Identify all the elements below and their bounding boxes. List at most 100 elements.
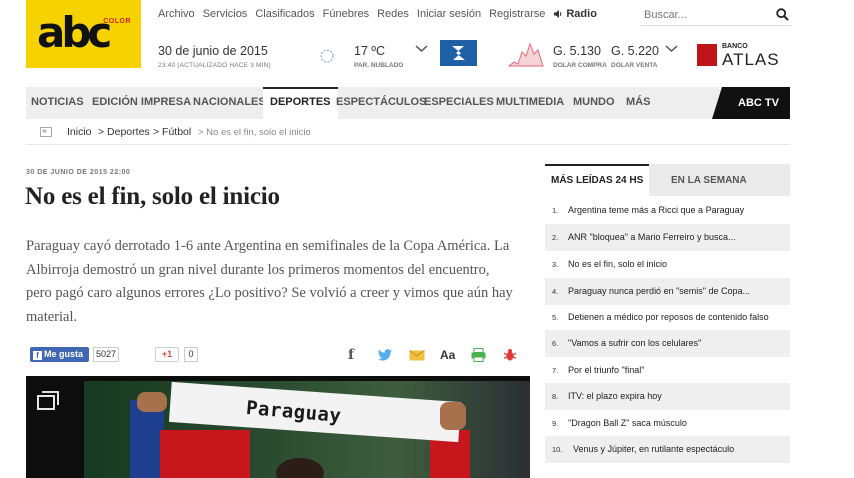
top-navigation: Archivo Servicios Clasificados Fúnebres … xyxy=(158,8,597,20)
topnav-archivo[interactable]: Archivo xyxy=(158,8,195,20)
partly-cloudy-icon xyxy=(320,49,334,63)
list-item[interactable]: 2. ANR "bloquea" a Mario Ferreiro y busc… xyxy=(545,224,790,251)
rank-number: 5. xyxy=(552,313,559,322)
exchange-chart-icon xyxy=(508,42,544,67)
photo-hand xyxy=(137,392,167,412)
dolar-venta-label: DOLAR VENTA xyxy=(611,62,658,69)
list-item[interactable]: 6. "Vamos a sufrir con los celulares" xyxy=(545,330,790,357)
nav-edicion-impresa[interactable]: EDICIÓN IMPRESA xyxy=(92,87,191,119)
facebook-share-icon[interactable]: f xyxy=(348,347,354,363)
section-navigation: NOTICIAS EDICIÓN IMPRESA NACIONALES DEPO… xyxy=(26,87,790,120)
rank-title[interactable]: "Dragon Ball Z" saca músculo xyxy=(568,418,687,428)
list-item[interactable]: 7. Por el triunfo "final" xyxy=(545,357,790,384)
rank-title[interactable]: Por el triunfo "final" xyxy=(568,365,644,375)
rank-title[interactable]: Detienen a médico por reposos de conteni… xyxy=(568,312,769,322)
sponsor-logo[interactable] xyxy=(440,40,477,66)
temperature: 17 ºC xyxy=(354,44,385,58)
article-lead: Paraguay cayó derrotado 1-6 ante Argenti… xyxy=(26,235,526,329)
email-share-icon[interactable] xyxy=(409,347,425,363)
topnav-servicios[interactable]: Servicios xyxy=(203,8,248,20)
banco-atlas-emblem-icon xyxy=(697,44,717,66)
logo-brand-text: abc xyxy=(37,8,112,57)
list-item[interactable]: 5. Detienen a médico por reposos de cont… xyxy=(545,304,790,331)
breadcrumb-futbol[interactable]: > Fútbol xyxy=(153,126,191,138)
search-box xyxy=(641,4,791,26)
topnav-funebres[interactable]: Fúnebres xyxy=(323,8,369,20)
font-size-toggle[interactable]: Aa xyxy=(440,347,455,363)
search-input[interactable] xyxy=(641,4,761,26)
search-icon[interactable] xyxy=(776,8,789,21)
like-label: Me gusta xyxy=(44,349,84,359)
rank-title[interactable]: Paraguay nunca perdió en "semis" de Copa… xyxy=(568,286,750,296)
lead-line: Albirroja demostró un gran nivel durante… xyxy=(26,261,490,278)
home-icon[interactable] xyxy=(40,127,52,137)
article-headline: No es el fin, solo el inicio xyxy=(25,183,280,210)
list-item[interactable]: 9. "Dragon Ball Z" saca músculo xyxy=(545,410,790,437)
twitter-share-icon[interactable] xyxy=(377,347,393,363)
rank-number: 7. xyxy=(552,366,559,375)
abc-color-logo[interactable]: COLOR abc xyxy=(26,0,141,68)
rank-number: 3. xyxy=(552,260,559,269)
topnav-registrarse[interactable]: Registrarse xyxy=(489,8,545,20)
nav-mas[interactable]: MÁS xyxy=(626,87,650,119)
google-plus-button[interactable]: +1 xyxy=(155,347,179,362)
topnav-clasificados[interactable]: Clasificados xyxy=(255,8,314,20)
nav-especiales[interactable]: ESPECIALES xyxy=(424,87,494,119)
breadcrumb: Inicio > Deportes > Fútbol > No es el fi… xyxy=(26,121,790,145)
print-icon[interactable] xyxy=(471,347,486,363)
list-item[interactable]: 10. Venus y Júpiter, en rutilante espect… xyxy=(545,436,790,463)
dolar-compra-value: G. 5.130 xyxy=(553,44,601,58)
chevron-down-icon[interactable] xyxy=(415,44,428,54)
dolar-compra-label: DOLAR COMPRA xyxy=(553,62,607,69)
facebook-like-button[interactable]: f Me gusta xyxy=(30,347,89,362)
gallery-icon[interactable] xyxy=(37,390,61,412)
list-item[interactable]: 4. Paraguay nunca perdió en "semis" de C… xyxy=(545,278,790,305)
radio-link[interactable]: Radio xyxy=(553,8,597,20)
nav-noticias[interactable]: NOTICIAS xyxy=(31,87,84,119)
nav-deportes[interactable]: DEPORTES xyxy=(263,87,338,120)
lead-line: pero pagó caro algunos errores ¿Lo posit… xyxy=(26,285,513,301)
rank-number: 1. xyxy=(552,206,559,215)
rank-number: 2. xyxy=(552,233,559,242)
rank-title[interactable]: Argentina teme más a Ricci que a Paragua… xyxy=(568,205,744,215)
list-item[interactable]: 8. ITV: el plazo expira hoy xyxy=(545,383,790,410)
weather-condition: PAR. NUBLADO xyxy=(354,62,404,69)
breadcrumb-current: > No es el fin, solo el inicio xyxy=(198,127,311,138)
tab-mas-leidas-24hs[interactable]: MÁS LEÍDAS 24 HS xyxy=(545,164,650,197)
nav-mundo[interactable]: MUNDO xyxy=(573,87,615,119)
chevron-down-icon[interactable] xyxy=(665,44,678,54)
rank-title[interactable]: Venus y Júpiter, en rutilante espectácul… xyxy=(573,444,734,454)
bank-name: ATLAS xyxy=(722,50,780,69)
nav-multimedia[interactable]: MULTIMEDIA xyxy=(496,87,564,119)
abc-tv-link[interactable]: ABC TV xyxy=(712,87,790,119)
facebook-icon: f xyxy=(33,351,42,360)
breadcrumb-home[interactable]: Inicio xyxy=(67,126,92,138)
breadcrumb-deportes[interactable]: > Deportes xyxy=(98,126,150,138)
lead-line: material. xyxy=(26,308,78,325)
nav-espectaculos[interactable]: ESPECTÁCULOS xyxy=(336,87,426,119)
dolar-venta-value: G. 5.220 xyxy=(611,44,659,58)
google-plus-count: 0 xyxy=(184,347,198,362)
radio-label: Radio xyxy=(566,8,597,20)
most-read-tabs: MÁS LEÍDAS 24 HS EN LA SEMANA xyxy=(545,164,790,197)
rank-number: 4. xyxy=(552,287,559,296)
topnav-redes[interactable]: Redes xyxy=(377,8,409,20)
rank-number: 10. xyxy=(552,445,563,454)
nav-nacionales[interactable]: NACIONALES xyxy=(193,87,266,119)
rank-title[interactable]: "Vamos a sufrir con los celulares" xyxy=(568,338,701,348)
topnav-iniciar-sesion[interactable]: Iniciar sesión xyxy=(417,8,481,20)
rank-title[interactable]: ANR "bloquea" a Mario Ferreiro y busca..… xyxy=(568,232,735,242)
rank-title[interactable]: ITV: el plazo expira hoy xyxy=(568,391,662,401)
sponsor-emblem-icon xyxy=(452,46,465,60)
list-item[interactable]: 1. Argentina teme más a Ricci que a Para… xyxy=(545,197,790,224)
article-date: 30 DE JUNIO DE 2015 22:00 xyxy=(26,169,131,176)
rank-title[interactable]: No es el fin, solo el inicio xyxy=(568,259,667,269)
photo-figure-shirt xyxy=(160,430,250,478)
last-updated: 23:40 (ACTUALIZADO HACE 3 MIN) xyxy=(158,62,271,69)
list-item[interactable]: 3. No es el fin, solo el inicio xyxy=(545,251,790,278)
tab-en-la-semana[interactable]: EN LA SEMANA xyxy=(665,164,753,196)
photo-hand xyxy=(440,402,466,430)
banco-atlas-ad[interactable]: BANCO ATLAS xyxy=(697,43,787,69)
speaker-icon xyxy=(554,10,562,18)
report-error-icon[interactable] xyxy=(503,347,517,363)
